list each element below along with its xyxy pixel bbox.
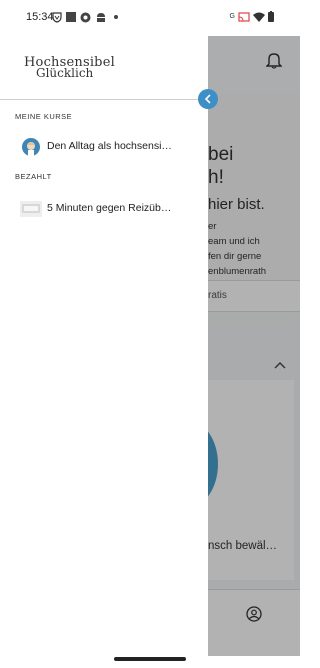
dot-icon xyxy=(114,15,118,19)
section-label-my-courses: MEINE KURSE xyxy=(15,112,73,121)
vpn-icon xyxy=(52,12,62,23)
status-time: 15:34 xyxy=(26,11,54,23)
status-right: G xyxy=(230,11,274,22)
cast-icon xyxy=(238,11,250,22)
battery-icon xyxy=(268,11,274,22)
course-thumbnail-icon xyxy=(20,201,42,217)
chrome-icon xyxy=(80,12,91,23)
android-icon xyxy=(97,13,105,22)
system-nav-bar xyxy=(0,656,300,668)
drawer-scrim[interactable] xyxy=(208,36,300,656)
divider xyxy=(0,99,208,100)
wifi-icon xyxy=(253,12,265,22)
course-title: Den Alltag als hochsensi… xyxy=(47,140,172,152)
drawer-course-item[interactable]: Den Alltag als hochsensi… xyxy=(0,134,208,160)
course-avatar-icon xyxy=(22,138,40,156)
section-label-paid: BEZAHLT xyxy=(15,172,52,181)
drawer-course-item[interactable]: 5 Minuten gegen Reizüb… xyxy=(0,196,208,222)
network-label: G xyxy=(229,13,235,20)
course-title: 5 Minuten gegen Reizüb… xyxy=(47,202,172,214)
status-bar: 15:34 G xyxy=(0,0,300,36)
home-gesture-handle[interactable] xyxy=(114,657,186,661)
collapse-drawer-button[interactable] xyxy=(198,89,218,109)
chevron-left-icon xyxy=(204,94,211,104)
app-logo-line2: Glücklich xyxy=(36,66,94,80)
square-icon xyxy=(66,12,76,22)
navigation-drawer: Hochsensibel Glücklich MEINE KURSE Den A… xyxy=(0,36,208,656)
